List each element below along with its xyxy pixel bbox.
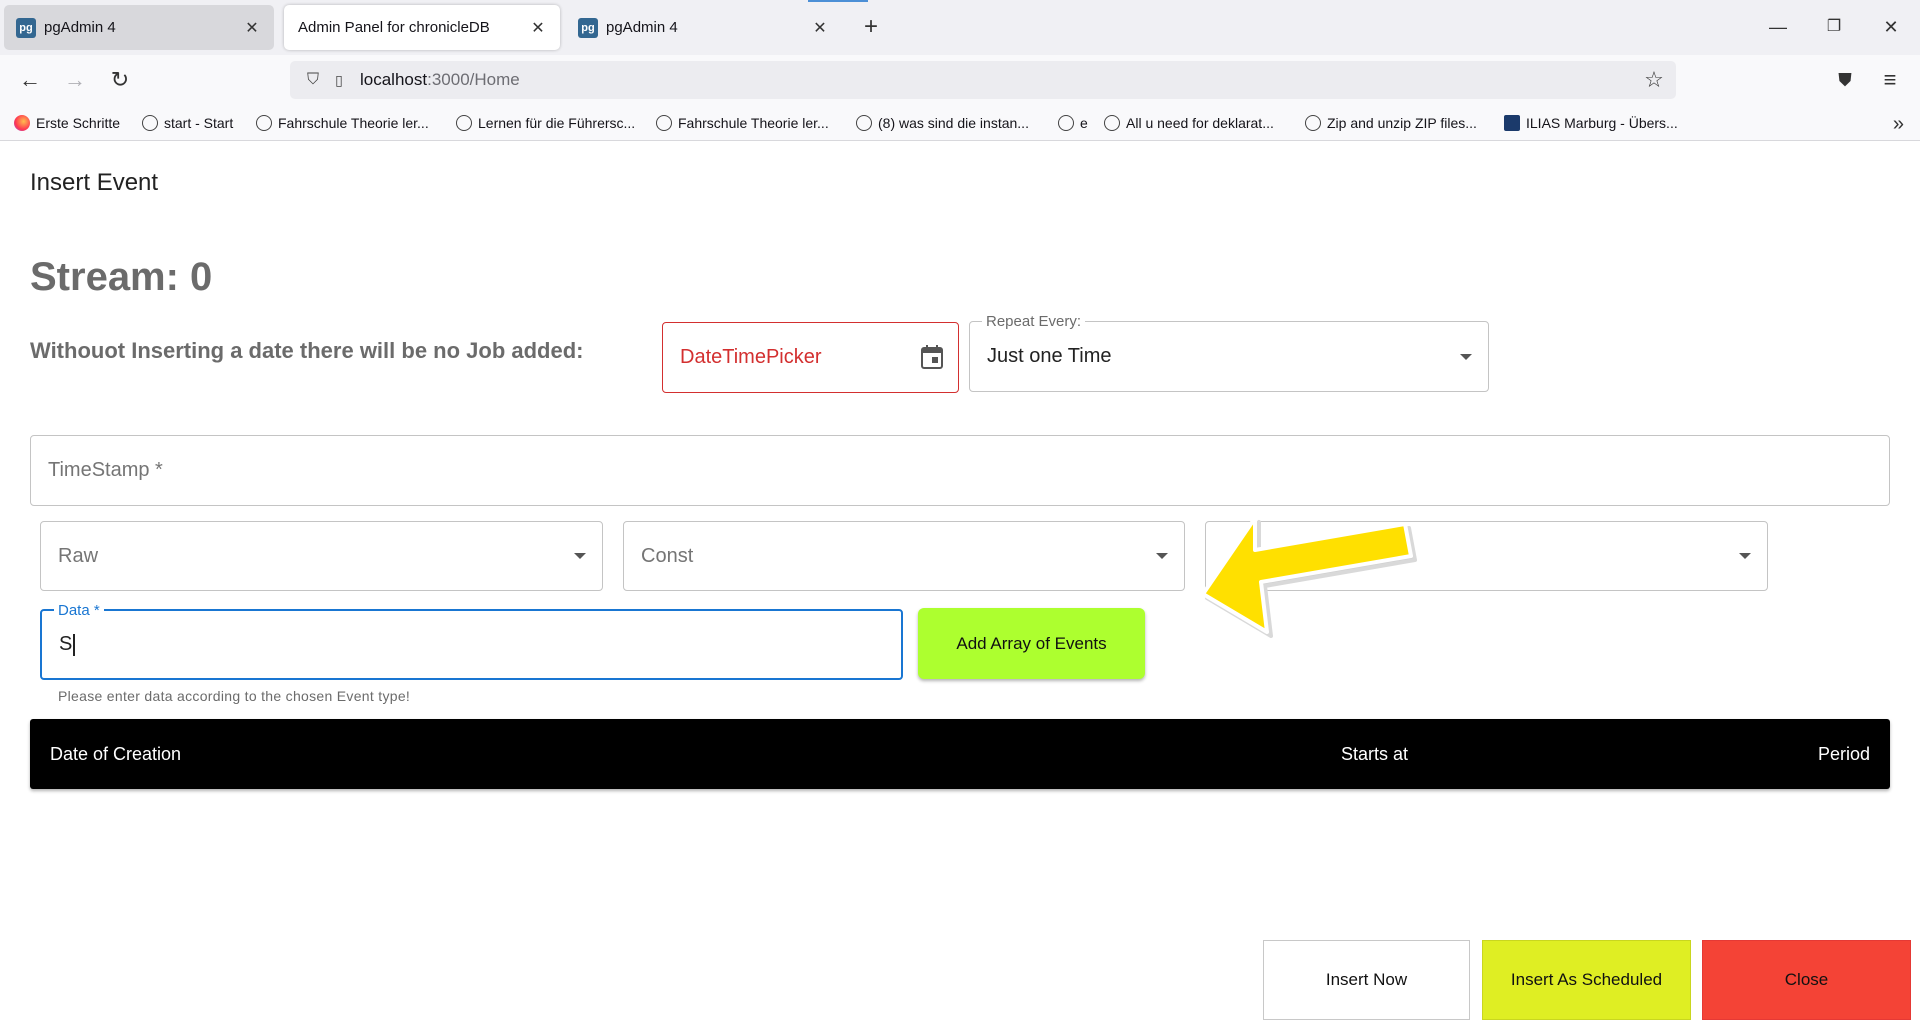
bookmark-star-icon[interactable]: ☆ — [1640, 66, 1668, 94]
timestamp-placeholder: TimeStamp * — [48, 459, 163, 481]
globe-icon — [1058, 115, 1074, 131]
close-button[interactable]: Close — [1702, 940, 1911, 1020]
insert-as-scheduled-button[interactable]: Insert As Scheduled — [1482, 940, 1691, 1020]
chevron-down-icon — [574, 553, 586, 559]
minimize-icon[interactable]: — — [1763, 12, 1793, 42]
tab-label: pgAdmin 4 — [606, 19, 678, 36]
raw-select-value: Raw — [58, 544, 99, 567]
reload-icon[interactable]: ↻ — [105, 65, 135, 95]
bookmarks-bar: Erste Schritte start - Start Fahrschule … — [0, 105, 1920, 141]
add-array-of-events-button[interactable]: Add Array of Events — [918, 608, 1145, 679]
forward-icon[interactable]: → — [60, 65, 90, 95]
bookmark-item[interactable]: All u need for deklarat... — [1104, 113, 1274, 133]
globe-icon — [1104, 115, 1120, 131]
bookmark-item[interactable]: e — [1058, 113, 1088, 133]
bookmark-item[interactable]: Erste Schritte — [14, 113, 120, 133]
chevron-double-right-icon[interactable]: » — [1893, 113, 1904, 136]
tab-label: pgAdmin 4 — [44, 19, 116, 36]
datetime-picker[interactable]: DateTimePicker — [662, 322, 959, 393]
close-icon[interactable]: ✕ — [528, 18, 548, 38]
column-starts-at: Starts at — [1341, 743, 1409, 764]
browser-tab-bar: pg pgAdmin 4 ✕ Admin Panel for chronicle… — [0, 0, 1920, 55]
dialog-title: Insert Event — [30, 169, 159, 196]
address-bar[interactable]: ⛉ ▯ localhost:3000/Home ☆ — [290, 61, 1676, 99]
datetime-picker-label: DateTimePicker — [680, 346, 822, 368]
annotation-arrow-icon — [1201, 516, 1417, 638]
stream-title: Stream: 0 — [30, 255, 213, 299]
tab-pgadmin-2[interactable]: pg pgAdmin 4 ✕ — [566, 5, 842, 50]
chevron-down-icon — [1460, 353, 1472, 360]
tab-strip-accent — [808, 0, 868, 2]
close-icon[interactable]: ✕ — [242, 18, 262, 38]
column-period: Period — [1817, 743, 1870, 764]
tab-admin-panel[interactable]: Admin Panel for chronicleDB ✕ — [284, 5, 560, 50]
bookmark-item[interactable]: Zip and unzip ZIP files... — [1305, 113, 1477, 133]
raw-select[interactable]: Raw — [40, 521, 603, 591]
window-close-icon[interactable]: ✕ — [1876, 12, 1906, 42]
pgadmin-icon: pg — [16, 17, 36, 38]
insert-now-button[interactable]: Insert Now — [1263, 940, 1470, 1020]
repeat-select[interactable]: Repeat Every: Just one Time — [969, 313, 1489, 392]
data-input[interactable]: Data * S — [40, 602, 903, 680]
pgadmin-icon: pg — [578, 17, 598, 38]
const-select[interactable]: Const — [623, 521, 1185, 591]
const-select-value: Const — [641, 544, 694, 567]
timestamp-input[interactable]: TimeStamp * — [30, 435, 1890, 506]
globe-icon — [142, 115, 158, 131]
bookmark-item[interactable]: (8) was sind die instan... — [856, 113, 1029, 133]
chevron-down-icon — [1156, 553, 1168, 559]
chevron-down-icon — [1739, 553, 1751, 559]
tab-label: Admin Panel for chronicleDB — [298, 19, 490, 36]
close-icon[interactable]: ✕ — [810, 18, 830, 38]
bookmark-item[interactable]: start - Start — [142, 113, 233, 133]
new-tab-icon[interactable]: + — [856, 12, 886, 42]
page-icon[interactable]: ▯ — [326, 72, 352, 89]
bookmark-item[interactable]: Fahrschule Theorie ler... — [256, 113, 429, 133]
job-notice: Withouot Inserting a date there will be … — [30, 338, 584, 363]
events-table-header: Date of Creation Starts at Period — [30, 719, 1890, 789]
firefox-icon — [14, 115, 30, 131]
globe-icon — [1305, 115, 1321, 131]
data-helper-text: Please enter data according to the chose… — [58, 688, 411, 704]
back-icon[interactable]: ← — [15, 65, 45, 95]
bookmark-item[interactable]: ILIAS Marburg - Übers... — [1504, 113, 1678, 133]
url-text[interactable]: localhost:3000/Home — [360, 70, 520, 90]
globe-icon — [856, 115, 872, 131]
globe-icon — [256, 115, 272, 131]
globe-icon — [656, 115, 672, 131]
ilias-icon — [1504, 115, 1520, 131]
column-date-of-creation: Date of Creation — [50, 743, 182, 764]
calendar-icon[interactable] — [920, 344, 944, 370]
shield-icon[interactable]: ⛉ — [300, 71, 326, 89]
tab-pgadmin-1[interactable]: pg pgAdmin 4 ✕ — [4, 5, 274, 50]
menu-icon[interactable]: ≡ — [1875, 65, 1905, 95]
data-value[interactable]: S — [59, 611, 75, 678]
repeat-value: Just one Time — [987, 345, 1112, 367]
globe-icon — [456, 115, 472, 131]
pocket-icon[interactable]: ⛊ — [1830, 65, 1860, 95]
restore-icon[interactable]: ❐ — [1819, 12, 1849, 42]
browser-navbar: ← → ↻ ⛉ ▯ localhost:3000/Home ☆ ⛊ ≡ — [0, 55, 1920, 105]
bookmark-item[interactable]: Lernen für die Führersc... — [456, 113, 635, 133]
bookmark-item[interactable]: Fahrschule Theorie ler... — [656, 113, 829, 133]
insert-event-dialog: Insert Event Stream: 0 Withouot Insertin… — [0, 141, 1920, 1027]
